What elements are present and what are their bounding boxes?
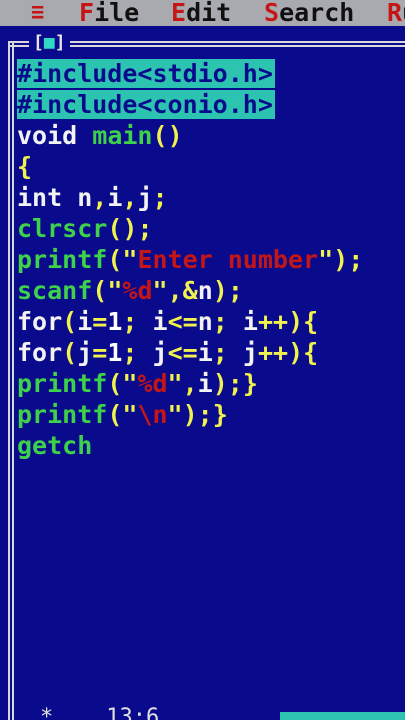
window-frame-left	[8, 41, 14, 720]
code-line[interactable]: scanf("%d",&n);	[17, 276, 243, 306]
status-highlight	[280, 712, 405, 720]
code-line[interactable]: #include<conio.h>	[17, 90, 275, 120]
preprocessor-directive: #include<conio.h>	[17, 90, 275, 119]
menu-search-hotkey: S	[264, 0, 280, 26]
menu-file[interactable]: File	[79, 0, 139, 26]
code-line[interactable]: printf("\n");}	[17, 400, 228, 430]
preprocessor-directive: #include<stdio.h>	[17, 59, 275, 88]
menu-file-hotkey: F	[79, 0, 95, 26]
code-line[interactable]: getch	[17, 431, 92, 461]
code-line[interactable]: printf("%d",i);}	[17, 369, 258, 399]
menu-edit-hotkey: E	[171, 0, 187, 26]
menu-bar: ≡ File Edit Search Ru	[0, 0, 405, 26]
close-box-icon[interactable]: [■]	[29, 32, 70, 54]
cursor-position: * 13:6	[40, 705, 159, 720]
system-menu-icon[interactable]: ≡	[31, 0, 45, 26]
menu-edit-label: dit	[186, 0, 232, 26]
menu-search[interactable]: Search	[264, 0, 354, 26]
code-line[interactable]: {	[17, 152, 32, 182]
menu-search-label: earch	[279, 0, 355, 26]
cursor-position-value: 13:6	[106, 705, 160, 720]
menu-run-hotkey: R	[387, 0, 403, 26]
code-line[interactable]: for(i=1; i<=n; i++){	[17, 307, 318, 337]
code-line[interactable]: #include<stdio.h>	[17, 59, 275, 89]
menu-edit[interactable]: Edit	[171, 0, 231, 26]
code-line[interactable]: void main()	[17, 121, 183, 151]
code-line[interactable]: for(j=1; j<=i; j++){	[17, 338, 318, 368]
menu-file-label: ile	[94, 0, 140, 26]
code-line[interactable]: int n,i,j;	[17, 183, 168, 213]
code-line[interactable]: printf("Enter number");	[17, 245, 363, 275]
code-line[interactable]: clrscr();	[17, 214, 153, 244]
menu-run[interactable]: Ru	[387, 0, 405, 26]
